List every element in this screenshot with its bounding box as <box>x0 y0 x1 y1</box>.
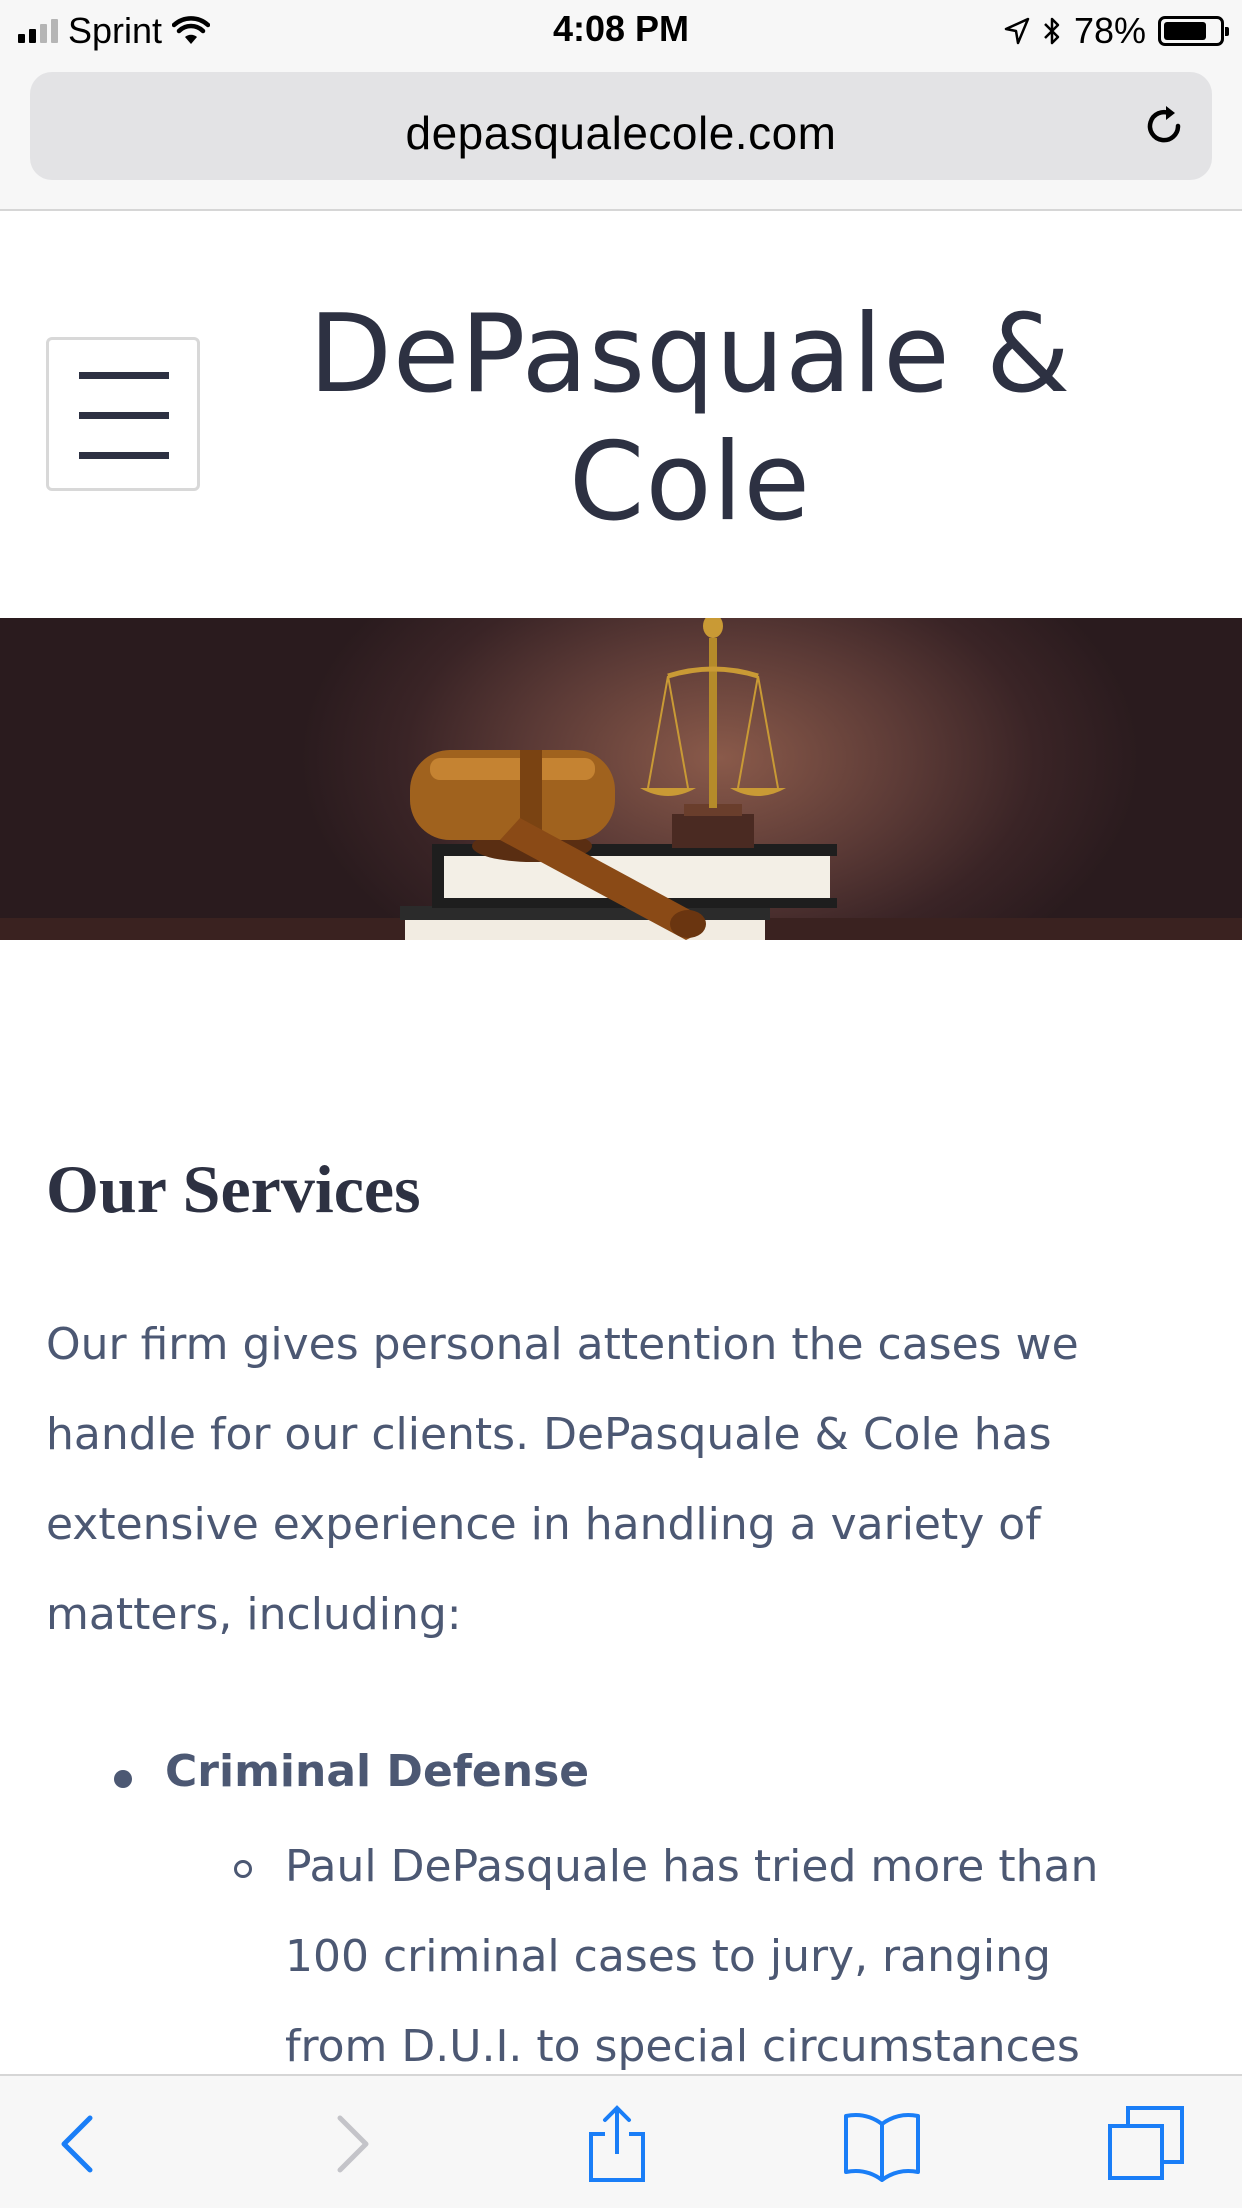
bullet-dot <box>114 1770 132 1788</box>
hamburger-line <box>79 412 169 419</box>
gavel-scales-illustration <box>0 618 1242 940</box>
url-field[interactable]: depasqualecole.com <box>30 72 1212 180</box>
share-icon[interactable] <box>577 2104 657 2184</box>
reload-icon[interactable] <box>1138 100 1190 152</box>
location-icon <box>1004 17 1030 45</box>
site-title-line2: Cole <box>569 420 811 545</box>
battery-percent: 78% <box>1073 10 1146 51</box>
service-description-line: Paul DePasquale has tried more than <box>285 1841 1099 1892</box>
service-description: Paul DePasquale has tried more than 100 … <box>285 1822 1205 2092</box>
browser-toolbar <box>0 2074 1242 2208</box>
service-item-criminal-defense: Criminal Defense <box>165 1746 590 1797</box>
intro-line: Our firm gives personal attention the ca… <box>46 1319 1079 1370</box>
hamburger-line <box>79 372 169 379</box>
tabs-icon[interactable] <box>1106 2104 1186 2184</box>
intro-line: extensive experience in handling a varie… <box>46 1499 1041 1550</box>
battery-icon <box>1158 16 1229 46</box>
sub-bullet-circle <box>234 1860 252 1878</box>
bookmarks-icon[interactable] <box>842 2104 922 2184</box>
site-header: DePasquale & Cole <box>0 211 1242 618</box>
status-right: 78% <box>1004 8 1229 54</box>
browser-address-bar: depasqualecole.com <box>0 62 1242 211</box>
site-title[interactable]: DePasquale & Cole <box>240 291 1140 547</box>
services-heading: Our Services <box>46 1151 421 1227</box>
hero-image <box>0 618 1242 940</box>
intro-paragraph: Our firm gives personal attention the ca… <box>46 1300 1196 1660</box>
service-description-line: 100 criminal cases to jury, ranging <box>285 1931 1051 1982</box>
back-icon[interactable] <box>38 2104 118 2184</box>
bluetooth-icon <box>1044 17 1060 45</box>
battery-fill <box>1164 22 1207 40</box>
hamburger-line <box>79 452 169 459</box>
hamburger-menu-button[interactable] <box>46 337 200 491</box>
forward-icon[interactable] <box>312 2104 392 2184</box>
site-title-line1: DePasquale & <box>308 292 1072 417</box>
intro-line: matters, including: <box>46 1589 462 1640</box>
intro-line: handle for our clients. DePasquale & Col… <box>46 1409 1052 1460</box>
url-text[interactable]: depasqualecole.com <box>30 106 1212 160</box>
status-bar: Sprint 4:08 PM 78% <box>0 0 1242 62</box>
